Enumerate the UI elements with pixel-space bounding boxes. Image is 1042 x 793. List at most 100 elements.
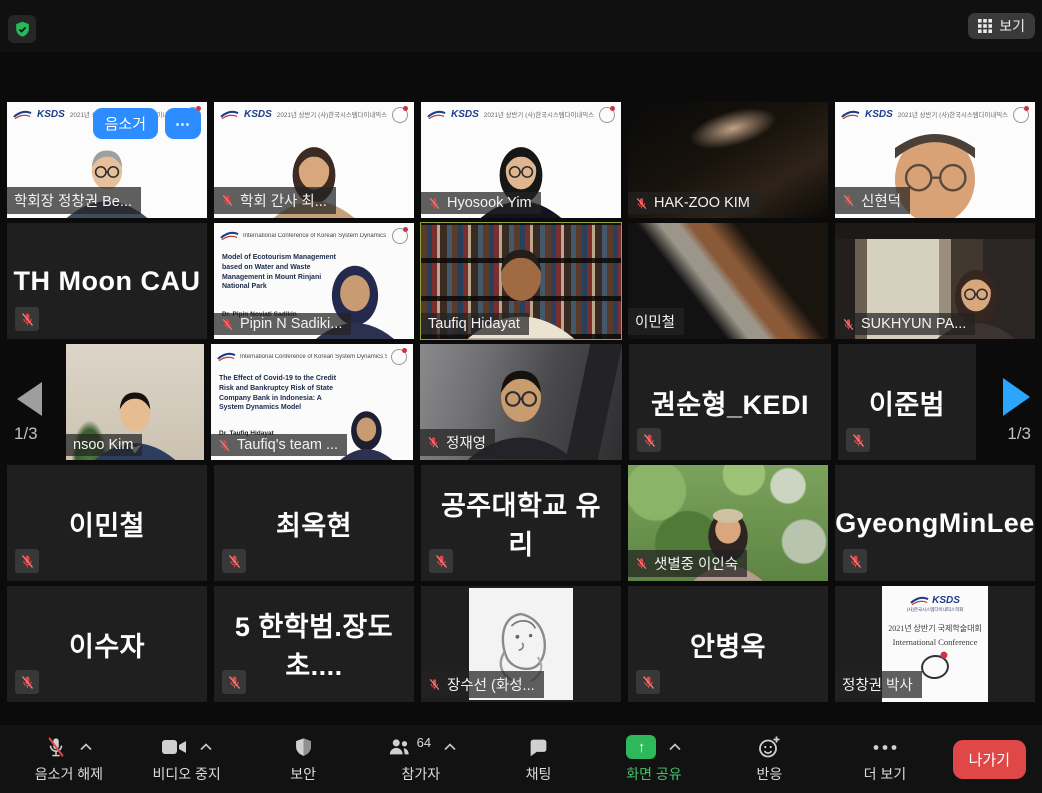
ksds-logo: KSDS xyxy=(451,109,479,120)
toolbar-label: 보안 xyxy=(290,764,316,784)
participant-tile[interactable]: SUKHYUN PA... xyxy=(835,223,1035,339)
chat-icon xyxy=(527,737,550,758)
toolbar-stop-video-button[interactable]: 비디오 중지 xyxy=(152,734,220,784)
participant-gallery: KSDS2021년 상반기 (사)한국시스템다이내믹스학회 국제학술대회학회장 … xyxy=(0,102,1042,707)
slide-header-text: International Conference of Korean Syste… xyxy=(243,233,388,239)
name-label: nsoo Kim xyxy=(66,434,142,456)
toolbar-unmute-button[interactable]: 음소거 해제 xyxy=(35,734,103,784)
participant-tile[interactable]: 안병옥 xyxy=(628,586,828,702)
participant-tile[interactable]: International Conference of Korean Syste… xyxy=(211,344,413,460)
meeting-info-button[interactable] xyxy=(8,15,36,43)
toolbar-chat-button[interactable]: 채팅 xyxy=(506,734,572,784)
participant-tile[interactable]: 이민철 xyxy=(628,223,828,339)
participant-tile[interactable]: KSDS(사)한국시스템다이내믹스학회2021년 상반기 국제학술대회Inter… xyxy=(835,586,1035,702)
participant-name: Hyosook Yim xyxy=(447,195,532,211)
name-label: 학회장 정창권 Be... xyxy=(7,187,141,214)
slide-header: International Conference of Korean Syste… xyxy=(217,349,407,365)
society-seal-icon xyxy=(599,107,615,123)
muted-mic-icon xyxy=(20,674,35,691)
conference-banner: KSDS2021년 상반기 (사)한국시스템다이내믹스학회 국제학술대회 xyxy=(424,105,618,124)
toolbar-more-button[interactable]: 더 보기 xyxy=(852,734,918,784)
camera-icon xyxy=(161,737,187,757)
muted-mic-badge xyxy=(843,549,867,573)
toolbar-reactions-button[interactable]: 반응 xyxy=(736,734,802,784)
grid-view-icon xyxy=(978,19,992,33)
ksds-logo: KSDS xyxy=(932,595,960,606)
muted-mic-icon xyxy=(851,432,866,449)
toolbar-label: 반응 xyxy=(757,764,783,784)
society-seal-icon xyxy=(392,107,408,123)
participant-name: HAK-ZOO KIM xyxy=(654,195,750,211)
participant-name: 정재영 xyxy=(446,432,486,453)
reactions-icon xyxy=(757,735,782,759)
participant-tile[interactable]: Taufiq Hidayat xyxy=(421,223,621,339)
participant-tile[interactable]: 권순형_KEDI xyxy=(629,344,831,460)
ksds-logo-swoosh-icon xyxy=(220,231,239,241)
participant-name: SUKHYUN PA... xyxy=(861,316,966,332)
toolbar-share-screen-button[interactable]: ↑ 화면 공유 xyxy=(621,734,687,784)
participant-tile[interactable]: KSDS2021년 상반기 (사)한국시스템다이내믹스학회 국제학술대회학회장 … xyxy=(7,102,207,218)
chevron-up-icon xyxy=(200,743,212,751)
zoom-meeting-window: 보기 KSDS2021년 상반기 (사)한국시스템다이내믹스학회 국제학술대회학… xyxy=(0,0,1042,793)
participant-tile[interactable]: nsoo Kim xyxy=(66,344,204,460)
participant-tile[interactable]: 최옥현 xyxy=(214,465,414,581)
name-label: 신현덕 xyxy=(835,187,910,214)
toolbar-label: 화면 공유 xyxy=(626,764,681,784)
mute-participant-button[interactable]: 음소거 xyxy=(93,108,158,139)
toolbar-label: 참가자 xyxy=(402,764,441,784)
name-label: HAK-ZOO KIM xyxy=(628,192,759,214)
participant-tile[interactable]: TH Moon CAU xyxy=(7,223,207,339)
muted-mic-icon xyxy=(218,438,231,453)
participant-name: 샛별중 이인숙 xyxy=(654,553,738,574)
participant-tile[interactable]: HAK-ZOO KIM xyxy=(628,102,828,218)
card-line2: International Conference xyxy=(893,637,978,647)
ksds-logo-swoosh-icon xyxy=(220,110,239,120)
leave-button[interactable]: 나가기 xyxy=(953,740,1026,779)
participant-tile[interactable]: 이수자 xyxy=(7,586,207,702)
participant-tile[interactable]: 샛별중 이인숙 xyxy=(628,465,828,581)
participant-tile[interactable]: KSDS2021년 상반기 (사)한국시스템다이내믹스학회 국제학술대회신현덕 xyxy=(835,102,1035,218)
name-label: Hyosook Yim xyxy=(421,192,541,214)
view-button[interactable]: 보기 xyxy=(968,13,1035,39)
share-screen-icon: ↑ xyxy=(626,735,656,759)
slide-header-text: International Conference of Korean Syste… xyxy=(240,354,387,360)
participant-name: 이민철 xyxy=(635,311,675,332)
participant-tile[interactable]: GyeongMinLee xyxy=(835,465,1035,581)
gallery-row: TH Moon CAU International Conference of K… xyxy=(0,223,1042,339)
more-icon xyxy=(872,744,898,751)
next-page-arrow[interactable] xyxy=(1003,378,1030,416)
muted-mic-icon xyxy=(428,196,441,211)
muted-mic-icon xyxy=(20,311,35,328)
page-indicator: 1/3 xyxy=(1007,424,1031,444)
participant-tile[interactable]: 정재영 xyxy=(420,344,622,460)
participant-name: 정창권 박사 xyxy=(842,674,913,695)
muted-mic-badge xyxy=(636,670,660,694)
chevron-up-icon xyxy=(80,743,92,751)
card-subtitle: (사)한국시스템다이내믹스학회 xyxy=(907,607,964,613)
muted-mic-badge xyxy=(15,670,39,694)
name-label: 학회 간사 최... xyxy=(214,187,336,214)
gallery-row: nsoo Kim International Conference of Kore… xyxy=(0,344,1042,460)
participant-tile[interactable]: KSDS2021년 상반기 (사)한국시스템다이내믹스학회 국제학술대회학회 간… xyxy=(214,102,414,218)
participant-tile[interactable]: 5 한학범.장도초.... xyxy=(214,586,414,702)
participant-tile[interactable]: 장수선 (화성... xyxy=(421,586,621,702)
participant-tile[interactable]: International Conference of Korean Syste… xyxy=(214,223,414,339)
slide-title-text: The Effect of Covid-19 to the Credit Ris… xyxy=(219,374,336,413)
participant-tile[interactable]: 이준범 xyxy=(838,344,976,460)
participant-name: 학회 간사 최... xyxy=(240,190,327,211)
previous-page-arrow[interactable] xyxy=(17,382,42,416)
participant-tile[interactable]: KSDS2021년 상반기 (사)한국시스템다이내믹스학회 국제학술대회 Hyos… xyxy=(421,102,621,218)
muted-mic-badge xyxy=(429,549,453,573)
toolbar-security-button[interactable]: 보안 xyxy=(270,734,336,784)
shield-icon xyxy=(293,736,314,759)
top-bar: 보기 xyxy=(0,0,1042,52)
participant-tile[interactable]: 이민철 xyxy=(7,465,207,581)
muted-mic-badge xyxy=(846,428,870,452)
tile-hover-controls: 음소거⋯ xyxy=(93,108,201,139)
more-options-button[interactable]: ⋯ xyxy=(165,108,201,139)
toolbar-participants-button[interactable]: 64참가자 xyxy=(386,734,456,784)
muted-mic-icon xyxy=(842,317,855,332)
security-shield-icon xyxy=(13,20,32,39)
page-indicator: 1/3 xyxy=(14,424,38,444)
participant-tile[interactable]: 공주대학교 유 리 xyxy=(421,465,621,581)
